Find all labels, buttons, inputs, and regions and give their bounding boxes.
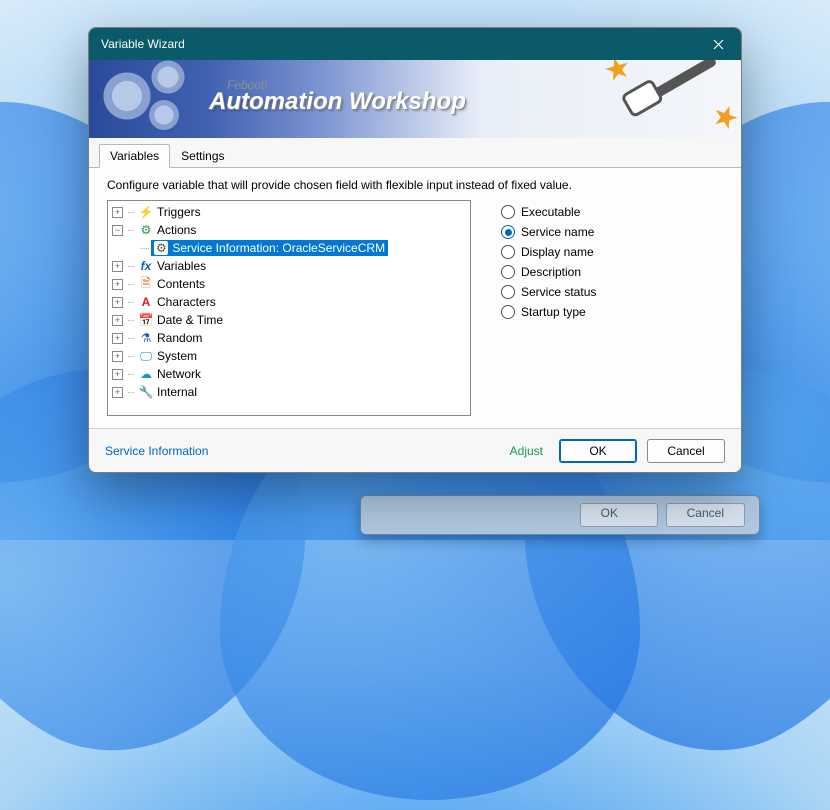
tree-label: Internal <box>157 385 197 399</box>
tree-label: Actions <box>157 223 196 237</box>
letter-icon: A <box>139 295 153 309</box>
tab-settings[interactable]: Settings <box>170 144 235 168</box>
titlebar: Variable Wizard <box>89 28 741 60</box>
field-radio-group: Executable Service name Display name Des… <box>501 200 723 416</box>
tree-item-triggers[interactable]: +··· ⚡Triggers <box>110 203 470 221</box>
help-link[interactable]: Service Information <box>105 444 208 458</box>
tree-label: Random <box>157 331 202 345</box>
tree-item-actions[interactable]: −··· ⚙Actions <box>110 221 470 239</box>
radio-display-name[interactable]: Display name <box>501 242 723 262</box>
tab-variables[interactable]: Variables <box>99 144 170 168</box>
tab-panel: Configure variable that will provide cho… <box>89 167 741 428</box>
radio-service-name[interactable]: Service name <box>501 222 723 242</box>
tab-strip: Variables Settings <box>89 138 741 168</box>
tree-item-service-info[interactable]: ···· ⚙Service Information: OracleService… <box>110 239 470 257</box>
variable-wizard-dialog: Variable Wizard ★ ★ Febooti Automation W… <box>88 27 742 473</box>
variable-tree[interactable]: +··· ⚡Triggers −··· ⚙Actions ···· ⚙Servi… <box>107 200 471 416</box>
wrench-icon: 🔧 <box>139 385 153 399</box>
dialog-footer: Service Information Adjust OK Cancel <box>89 428 741 472</box>
expand-icon[interactable]: + <box>112 369 123 380</box>
collapse-icon[interactable]: − <box>112 225 123 236</box>
expand-icon[interactable]: + <box>112 387 123 398</box>
expand-icon[interactable]: + <box>112 333 123 344</box>
star-icon: ★ <box>707 96 741 138</box>
tree-label: Service Information: OracleServiceCRM <box>172 241 385 255</box>
panel-description: Configure variable that will provide cho… <box>107 178 723 192</box>
radio-label: Service status <box>521 285 596 299</box>
cloud-icon: ☁ <box>139 367 153 381</box>
tree-item-system[interactable]: +··· 🖵System <box>110 347 470 365</box>
tree-label: Contents <box>157 277 205 291</box>
close-button[interactable] <box>695 28 741 60</box>
gear-icon: ⚙ <box>139 223 153 237</box>
calendar-icon: 📅 <box>139 313 153 327</box>
radio-icon <box>501 305 515 319</box>
tree-item-characters[interactable]: +··· ACharacters <box>110 293 470 311</box>
tree-item-network[interactable]: +··· ☁Network <box>110 365 470 383</box>
radio-label: Description <box>521 265 581 279</box>
expand-icon[interactable]: + <box>112 261 123 272</box>
radio-icon <box>501 205 515 219</box>
document-icon: 🗎 <box>139 274 153 295</box>
radio-executable[interactable]: Executable <box>501 202 723 222</box>
tree-label: Date & Time <box>157 313 223 327</box>
adjust-link[interactable]: Adjust <box>510 444 543 458</box>
bg-cancel-button: Cancel <box>666 503 745 527</box>
gear-icon: ⚙ <box>154 241 168 255</box>
gear-icon <box>145 96 183 134</box>
banner-title: Automation Workshop <box>209 88 466 116</box>
tree-item-variables[interactable]: +··· fxVariables <box>110 257 470 275</box>
radio-description[interactable]: Description <box>501 262 723 282</box>
expand-icon[interactable]: + <box>112 351 123 362</box>
ok-button[interactable]: OK <box>559 439 637 463</box>
background-dialog: OK Cancel <box>360 495 760 535</box>
tree-label: System <box>157 349 197 363</box>
gear-icon <box>147 60 189 98</box>
radio-label: Display name <box>521 245 594 259</box>
radio-icon <box>501 225 515 239</box>
radio-label: Startup type <box>521 305 586 319</box>
radio-icon <box>501 285 515 299</box>
wand-icon <box>620 60 722 134</box>
tree-item-datetime[interactable]: +··· 📅Date & Time <box>110 311 470 329</box>
function-icon: fx <box>139 259 153 273</box>
radio-label: Service name <box>521 225 594 239</box>
star-icon: ★ <box>600 60 635 90</box>
monitor-icon: 🖵 <box>139 349 153 364</box>
bg-ok-button: OK <box>580 503 658 527</box>
tree-label: Network <box>157 367 201 381</box>
tree-label: Variables <box>157 259 206 273</box>
tree-item-random[interactable]: +··· ⚗Random <box>110 329 470 347</box>
tree-item-contents[interactable]: +··· 🗎Contents <box>110 275 470 293</box>
expand-icon[interactable]: + <box>112 315 123 326</box>
radio-startup-type[interactable]: Startup type <box>501 302 723 322</box>
tree-item-internal[interactable]: +··· 🔧Internal <box>110 383 470 401</box>
tree-label: Triggers <box>157 205 201 219</box>
radio-service-status[interactable]: Service status <box>501 282 723 302</box>
bolt-icon: ⚡ <box>139 205 153 219</box>
flask-icon: ⚗ <box>139 331 153 345</box>
radio-label: Executable <box>521 205 580 219</box>
window-title: Variable Wizard <box>101 37 695 51</box>
expand-icon[interactable]: + <box>112 297 123 308</box>
expand-icon[interactable]: + <box>112 207 123 218</box>
close-icon <box>713 39 724 50</box>
cancel-button[interactable]: Cancel <box>647 439 725 463</box>
radio-icon <box>501 245 515 259</box>
expand-icon[interactable]: + <box>112 279 123 290</box>
radio-icon <box>501 265 515 279</box>
banner: ★ ★ Febooti Automation Workshop <box>89 60 741 138</box>
tree-label: Characters <box>157 295 216 309</box>
